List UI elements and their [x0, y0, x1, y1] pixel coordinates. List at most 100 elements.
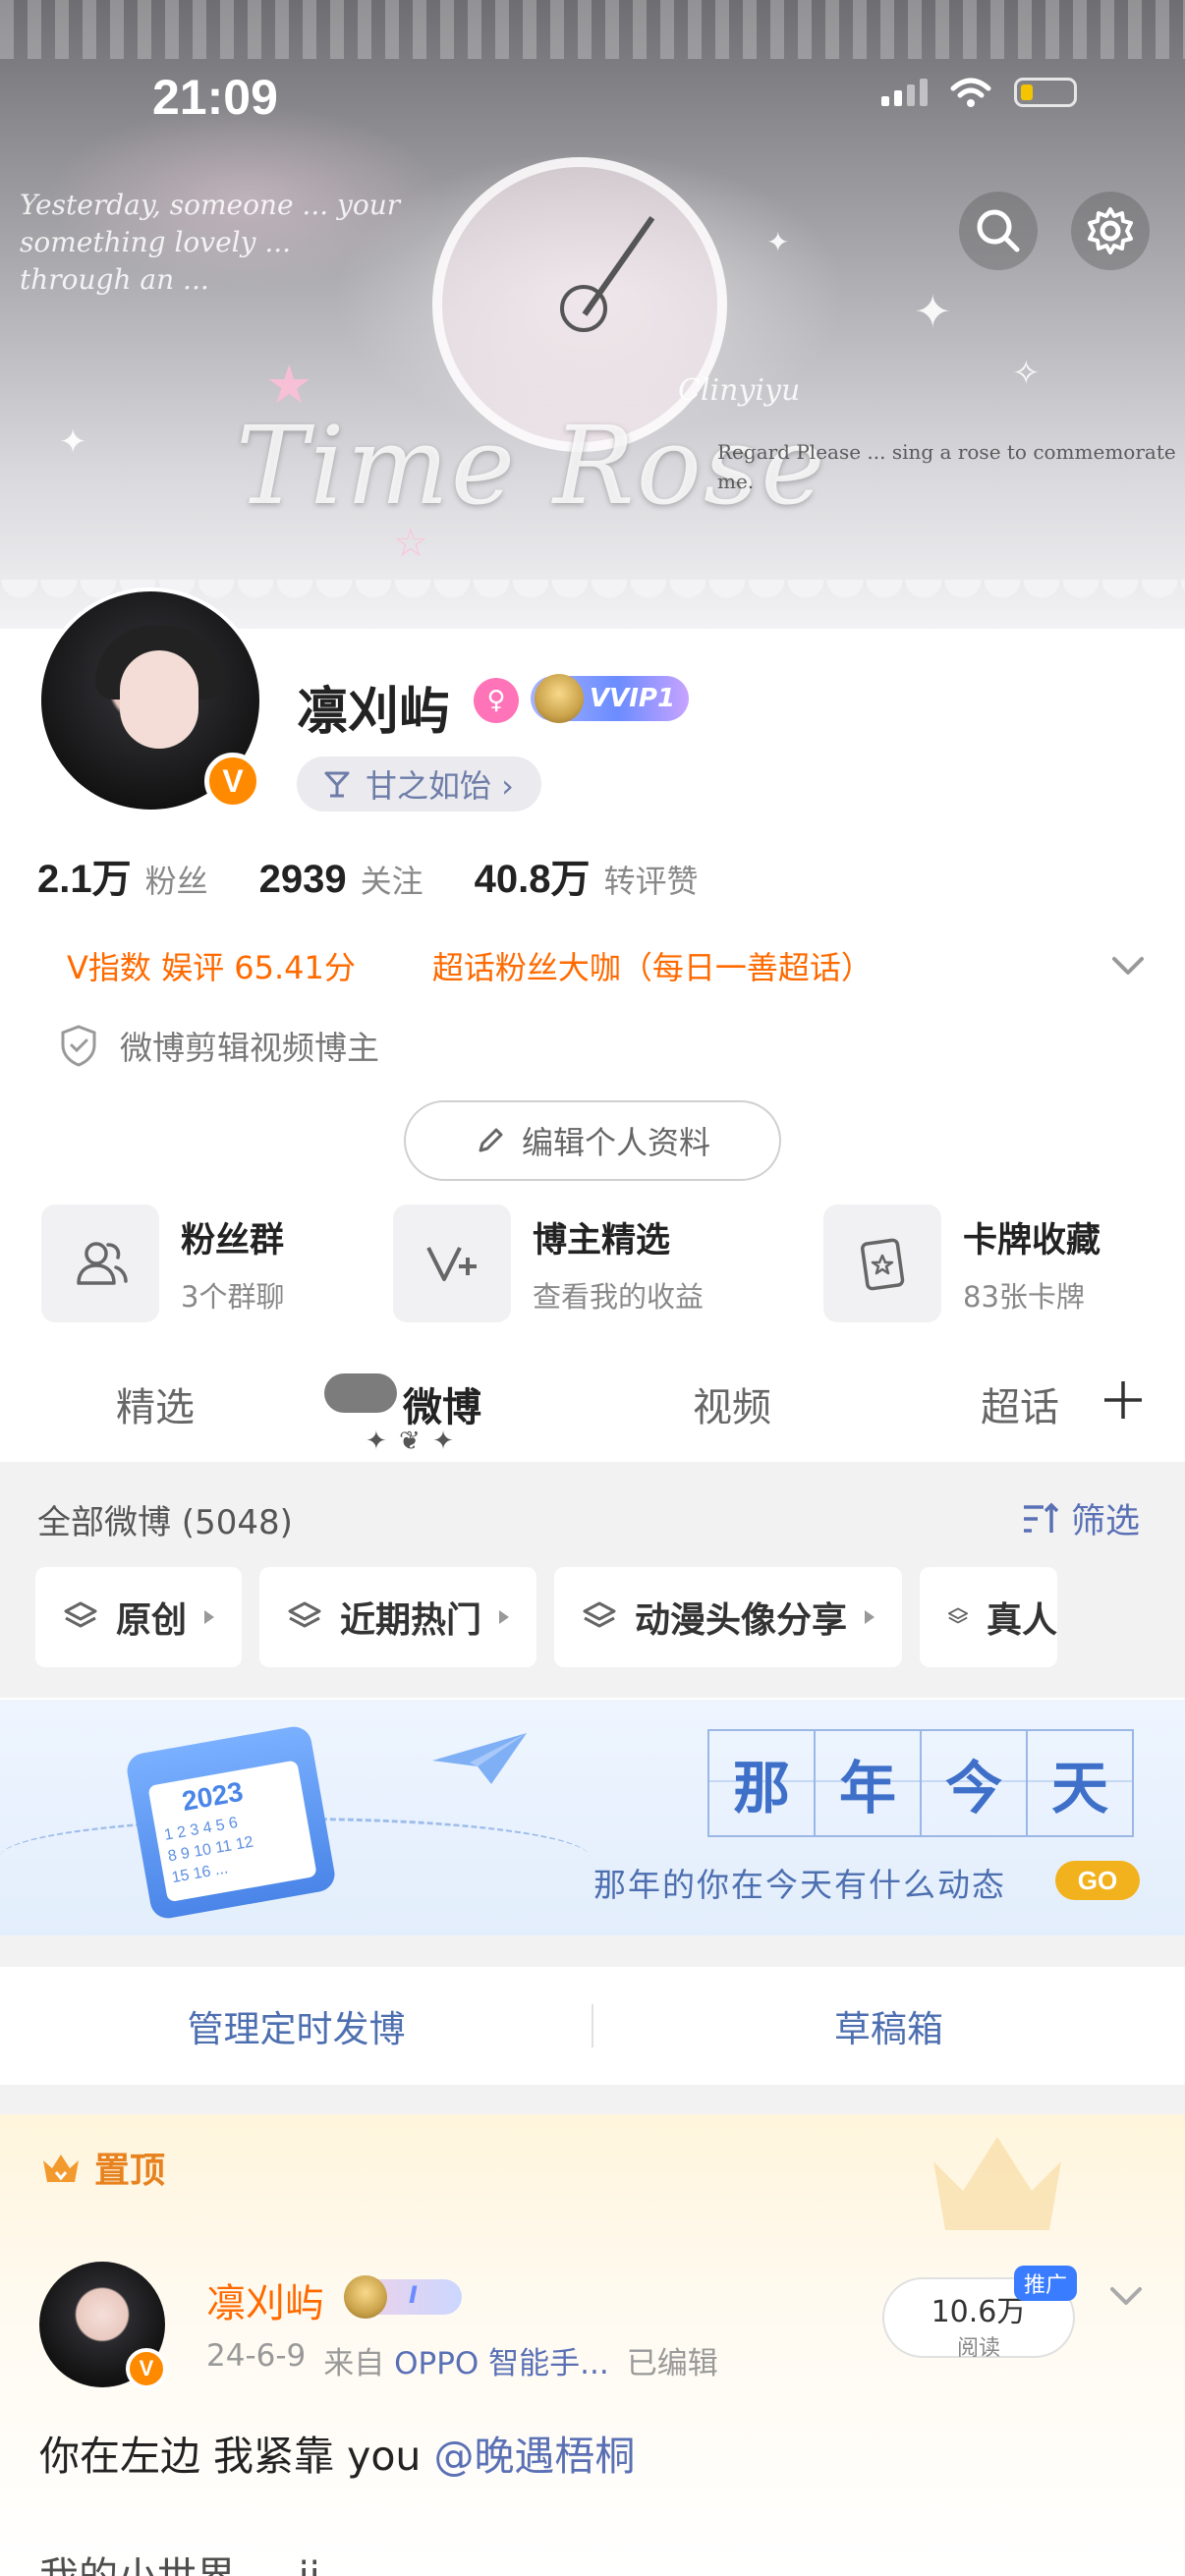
quick-entry-subtitle: 3个群聊: [181, 1279, 285, 1314]
post-author-name[interactable]: 凛刈屿: [206, 2271, 324, 2328]
banner-small-text: Regard Please ... sing a rose to commemo…: [717, 440, 1176, 493]
title-char: 天: [1026, 1729, 1134, 1837]
on-this-day-subtitle: 那年的你在今天有什么动态: [593, 1866, 1006, 1904]
search-icon: [977, 209, 1020, 252]
profile-username: 凛刈屿: [297, 683, 451, 742]
go-button[interactable]: GO: [1055, 1861, 1140, 1900]
pinned-label: 置顶: [39, 2142, 165, 2193]
sparkle-icon: ✦: [914, 285, 952, 338]
category-real-person[interactable]: 真人: [920, 1567, 1058, 1667]
plus-icon[interactable]: [1100, 1377, 1146, 1423]
post-next-line: 我的小世界 ... ii ...: [39, 2545, 370, 2576]
quick-entry-title: 博主精选: [533, 1220, 671, 1260]
stat-number: 2.1万: [37, 858, 132, 901]
medal-label: 甘之如饴 ›: [366, 767, 514, 805]
post-date: 24-6-9: [206, 2338, 307, 2374]
sort-filter-icon: [1023, 1502, 1059, 1533]
filter-button[interactable]: 筛选: [1022, 1493, 1140, 1543]
post-source: 来自 OPPO 智能手...: [323, 2346, 609, 2381]
category-label: 动漫头像分享: [635, 1600, 848, 1641]
category-label: 原创: [116, 1600, 188, 1641]
profile-chip-row: V指数 娱评 65.41分 超话粉丝大咖（每日一善超话）: [37, 937, 902, 994]
post-body: 你在左边 我紧靠 you: [39, 2433, 434, 2480]
quick-entry-subtitle: 83张卡牌: [963, 1279, 1085, 1314]
female-gender-icon: ♀: [474, 678, 519, 723]
quick-entry-fan-group[interactable]: 粉丝群 3个群聊: [41, 1204, 284, 1322]
pink-star-icon: ☆: [393, 521, 428, 566]
category-anime-avatar[interactable]: 动漫头像分享: [554, 1567, 903, 1667]
medal-tag[interactable]: 甘之如饴 ›: [297, 756, 541, 812]
paper-plane-icon: [432, 1733, 527, 1784]
stat-followers[interactable]: 2.1万 粉丝: [37, 847, 208, 904]
category-label: 近期热门: [340, 1600, 482, 1641]
stat-number: 2939: [258, 858, 347, 901]
tab-super-topic[interactable]: 超话: [981, 1375, 1059, 1432]
quick-entry-card-collection[interactable]: 卡牌收藏 83张卡牌: [823, 1204, 1100, 1322]
read-count-label: 阅读: [956, 2336, 1000, 2361]
vvip-badge[interactable]: VVIP1: [531, 674, 690, 723]
post-mention[interactable]: @晚遇梧桐: [433, 2433, 635, 2480]
post-badge-text: I: [409, 2281, 418, 2309]
caret-right-icon: [499, 1610, 510, 1624]
avatar-face: [120, 650, 198, 749]
verification-info: 微博剪辑视频博主: [59, 1022, 379, 1069]
chevron-down-icon[interactable]: [1106, 2281, 1146, 2311]
profile-stats: 2.1万 粉丝 2939 关注 40.8万 转评赞: [37, 847, 699, 904]
pencil-icon: [479, 1128, 503, 1152]
section-separator: [0, 1935, 1185, 1967]
settings-button[interactable]: [1071, 192, 1150, 270]
scheduled-posts-button[interactable]: 管理定时发博: [0, 1999, 592, 2052]
profile-tabs: 精选 微博 视频 超话: [0, 1356, 1185, 1459]
chevron-down-icon[interactable]: [1108, 951, 1148, 980]
wifi-icon: [950, 78, 991, 107]
caret-right-icon: [865, 1610, 875, 1624]
layers-icon: [583, 1601, 616, 1628]
category-original[interactable]: 原创: [35, 1567, 243, 1667]
stat-label: 转评赞: [603, 863, 699, 900]
layers-icon: [64, 1601, 97, 1628]
card-icon: [823, 1204, 941, 1322]
cellular-signal-icon: [881, 79, 928, 106]
drafts-button[interactable]: 草稿箱: [592, 1999, 1185, 2052]
sparkle-icon: ✦: [766, 226, 790, 258]
pinned-text: 置顶: [94, 2151, 166, 2191]
category-recent-hot[interactable]: 近期热门: [259, 1567, 537, 1667]
status-time: 21:09: [152, 70, 278, 125]
super-topic-fan-chip[interactable]: 超话粉丝大咖（每日一善超话）: [402, 937, 902, 994]
title-char: 今: [920, 1729, 1028, 1837]
crown-watermark-icon: [933, 2137, 1061, 2230]
category-label: 真人: [987, 1600, 1058, 1641]
title-char: 那: [707, 1729, 816, 1837]
layers-icon: [288, 1601, 321, 1628]
tab-featured[interactable]: 精选: [116, 1375, 195, 1432]
crown-icon: [43, 2155, 79, 2182]
on-this-day-title: 那 年 今 天: [707, 1729, 1134, 1837]
promote-tag[interactable]: 推广: [1014, 2266, 1078, 2301]
divider: [592, 2004, 593, 2047]
quick-entry-subtitle: 查看我的收益: [533, 1279, 705, 1314]
stat-interactions[interactable]: 40.8万 转评赞: [475, 847, 699, 904]
post-text: 你在左边 我紧靠 you @晚遇梧桐: [39, 2423, 635, 2482]
pink-star-icon: ★: [265, 354, 313, 416]
calendar-illustration: 2023 1 2 3 4 5 6 8 9 10 11 12 15 16 ...: [124, 1723, 338, 1922]
v-index-chip[interactable]: V指数 娱评 65.41分: [37, 937, 385, 994]
filter-label: 筛选: [1070, 1502, 1140, 1541]
search-button[interactable]: [959, 192, 1038, 270]
edit-profile-button[interactable]: 编辑个人资料: [404, 1100, 781, 1181]
tab-video[interactable]: 视频: [693, 1375, 771, 1432]
banner-signature: Clinyiyu: [678, 373, 801, 408]
stat-following[interactable]: 2939 关注: [259, 857, 423, 902]
quick-entry-title: 卡牌收藏: [963, 1220, 1101, 1260]
post-meta: 24-6-9 来自 OPPO 智能手... 已编辑: [206, 2338, 718, 2382]
tab-weibo[interactable]: 微博: [403, 1375, 481, 1432]
sparkle-icon: ✦: [59, 422, 87, 462]
title-char: 年: [814, 1729, 922, 1837]
on-this-day-banner[interactable]: 2023 1 2 3 4 5 6 8 9 10 11 12 15 16 ... …: [0, 1700, 1185, 1935]
gear-icon: [1088, 207, 1133, 254]
all-posts-count: 全部微博 (5048): [37, 1503, 293, 1542]
sparkle-icon: ✧: [1012, 354, 1041, 393]
post-management-bar: 管理定时发博 草稿箱: [0, 1967, 1185, 2085]
quick-entry-blogger-picks[interactable]: 博主精选 查看我的收益: [393, 1204, 704, 1322]
shield-check-icon: [61, 1025, 96, 1067]
verified-v-badge: V: [204, 753, 261, 810]
